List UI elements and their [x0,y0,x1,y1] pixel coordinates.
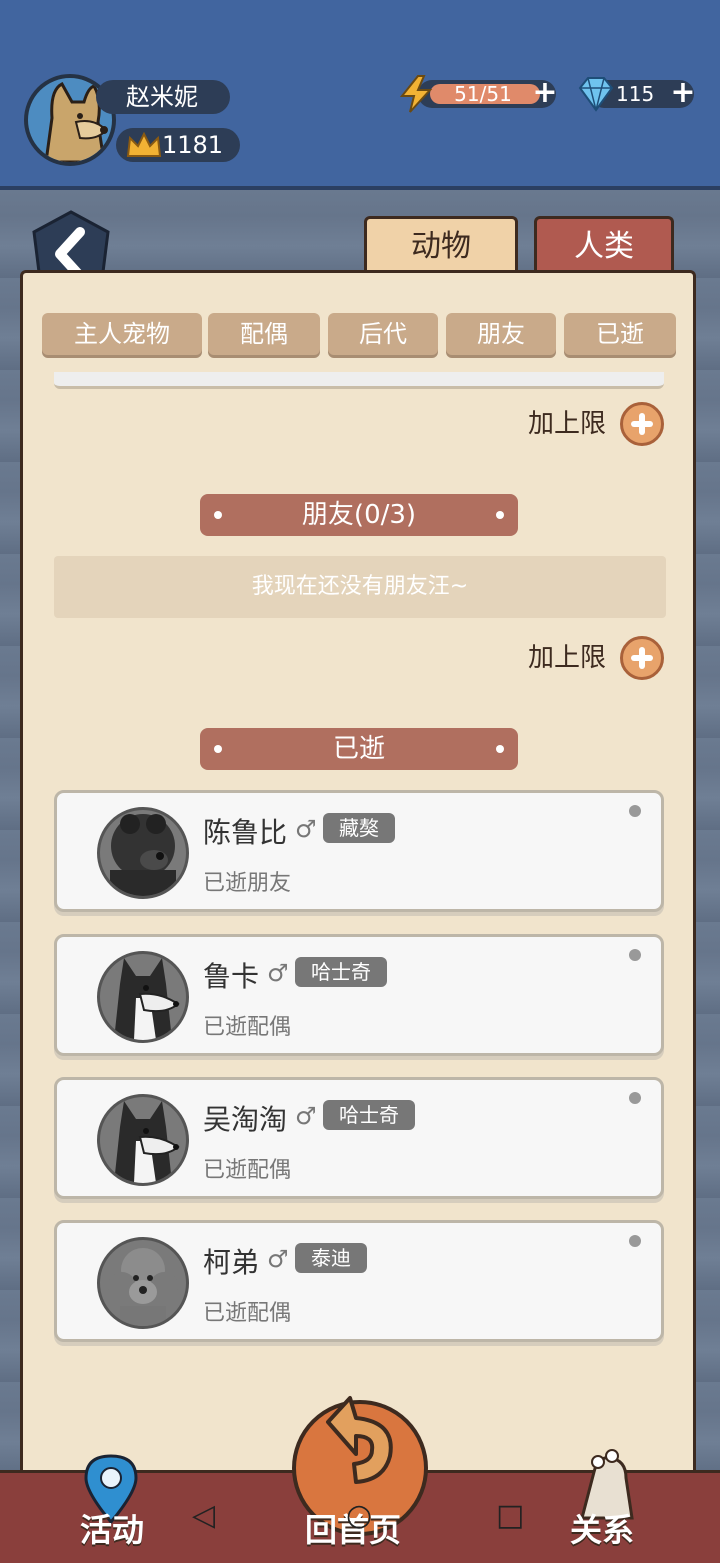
friends-section-title: 朋友(0/3) [301,500,417,530]
energy-value: 51/51 [454,82,512,106]
nav-activity[interactable]: 活动 [80,1505,144,1551]
filter-offspring[interactable]: 后代 [328,313,438,355]
gem-value: 115 [616,82,655,106]
indicator-dot [629,949,641,961]
add-energy-button[interactable]: + [532,78,558,108]
add-gem-button[interactable]: + [670,78,696,108]
gem-icon [578,77,614,112]
friends-section-header: 朋友(0/3) [200,494,518,536]
add-limit-row-2: 加上限 [424,636,664,680]
tibetan-mastiff-icon [110,814,176,896]
lightning-icon [399,75,433,113]
pet-name: 鲁卡 [203,960,260,993]
system-home-icon[interactable]: ○ [346,1498,372,1533]
friends-empty-message: 我现在还没有朋友汪~ [54,556,666,618]
add-limit-button[interactable] [620,636,664,680]
male-icon: ♂ [267,1245,289,1273]
tab-animal[interactable]: 动物 [364,216,518,272]
deceased-section-header: 已逝 [200,728,518,770]
pet-status: 已逝朋友 [203,871,292,896]
husky-icon [114,1101,180,1183]
breed-tag: 哈士奇 [295,957,387,987]
filter-deceased[interactable]: 已逝 [564,313,676,355]
add-limit-label: 加上限 [527,643,606,673]
nav-relations[interactable]: 关系 [570,1505,634,1551]
add-limit-button[interactable] [620,402,664,446]
male-icon: ♂ [295,1102,317,1130]
deceased-card[interactable]: 吴淘淘 ♂ 哈士奇 已逝配偶 [54,1077,664,1199]
filter-tabs: 主人宠物 配偶 后代 朋友 已逝 [42,313,678,355]
breed-tag: 藏獒 [323,813,395,843]
pet-status: 已逝配偶 [203,1015,292,1040]
dog-photo [97,951,189,1043]
home-arrow-icon[interactable] [316,1392,408,1488]
previous-card-edge [54,372,664,389]
filter-spouse[interactable]: 配偶 [208,313,320,355]
add-limit-label: 加上限 [527,409,606,439]
deceased-card[interactable]: 鲁卡 ♂ 哈士奇 已逝配偶 [54,934,664,1056]
male-icon: ♂ [295,815,317,843]
indicator-dot [629,1092,641,1104]
breed-tag: 泰迪 [295,1243,367,1273]
pet-status: 已逝配偶 [203,1158,292,1183]
dog-photo [97,1094,189,1186]
filter-owner-pet[interactable]: 主人宠物 [42,313,202,355]
poodle-icon [108,1248,178,1326]
dog-photo [97,1237,189,1329]
pet-status: 已逝配偶 [203,1301,292,1326]
husky-icon [114,958,180,1040]
pet-name: 柯弟 [203,1246,260,1279]
tab-human[interactable]: 人类 [534,216,674,272]
player-name: 赵米妮 [96,80,230,114]
male-icon: ♂ [267,959,289,987]
breed-tag: 哈士奇 [323,1100,415,1130]
pet-name: 陈鲁比 [203,816,288,849]
filter-friends[interactable]: 朋友 [446,313,556,355]
crown-icon [126,131,162,157]
indicator-dot [629,805,641,817]
dog-photo [97,807,189,899]
indicator-dot [629,1235,641,1247]
system-back-icon[interactable]: ◁ [192,1498,215,1533]
deceased-card[interactable]: 陈鲁比 ♂ 藏獒 已逝朋友 [54,790,664,912]
add-limit-row-1: 加上限 [424,402,664,446]
deceased-section-title: 已逝 [332,734,385,764]
deceased-card[interactable]: 柯弟 ♂ 泰迪 已逝配偶 [54,1220,664,1342]
system-recent-icon[interactable]: □ [496,1498,524,1533]
pet-name: 吴淘淘 [203,1103,288,1136]
